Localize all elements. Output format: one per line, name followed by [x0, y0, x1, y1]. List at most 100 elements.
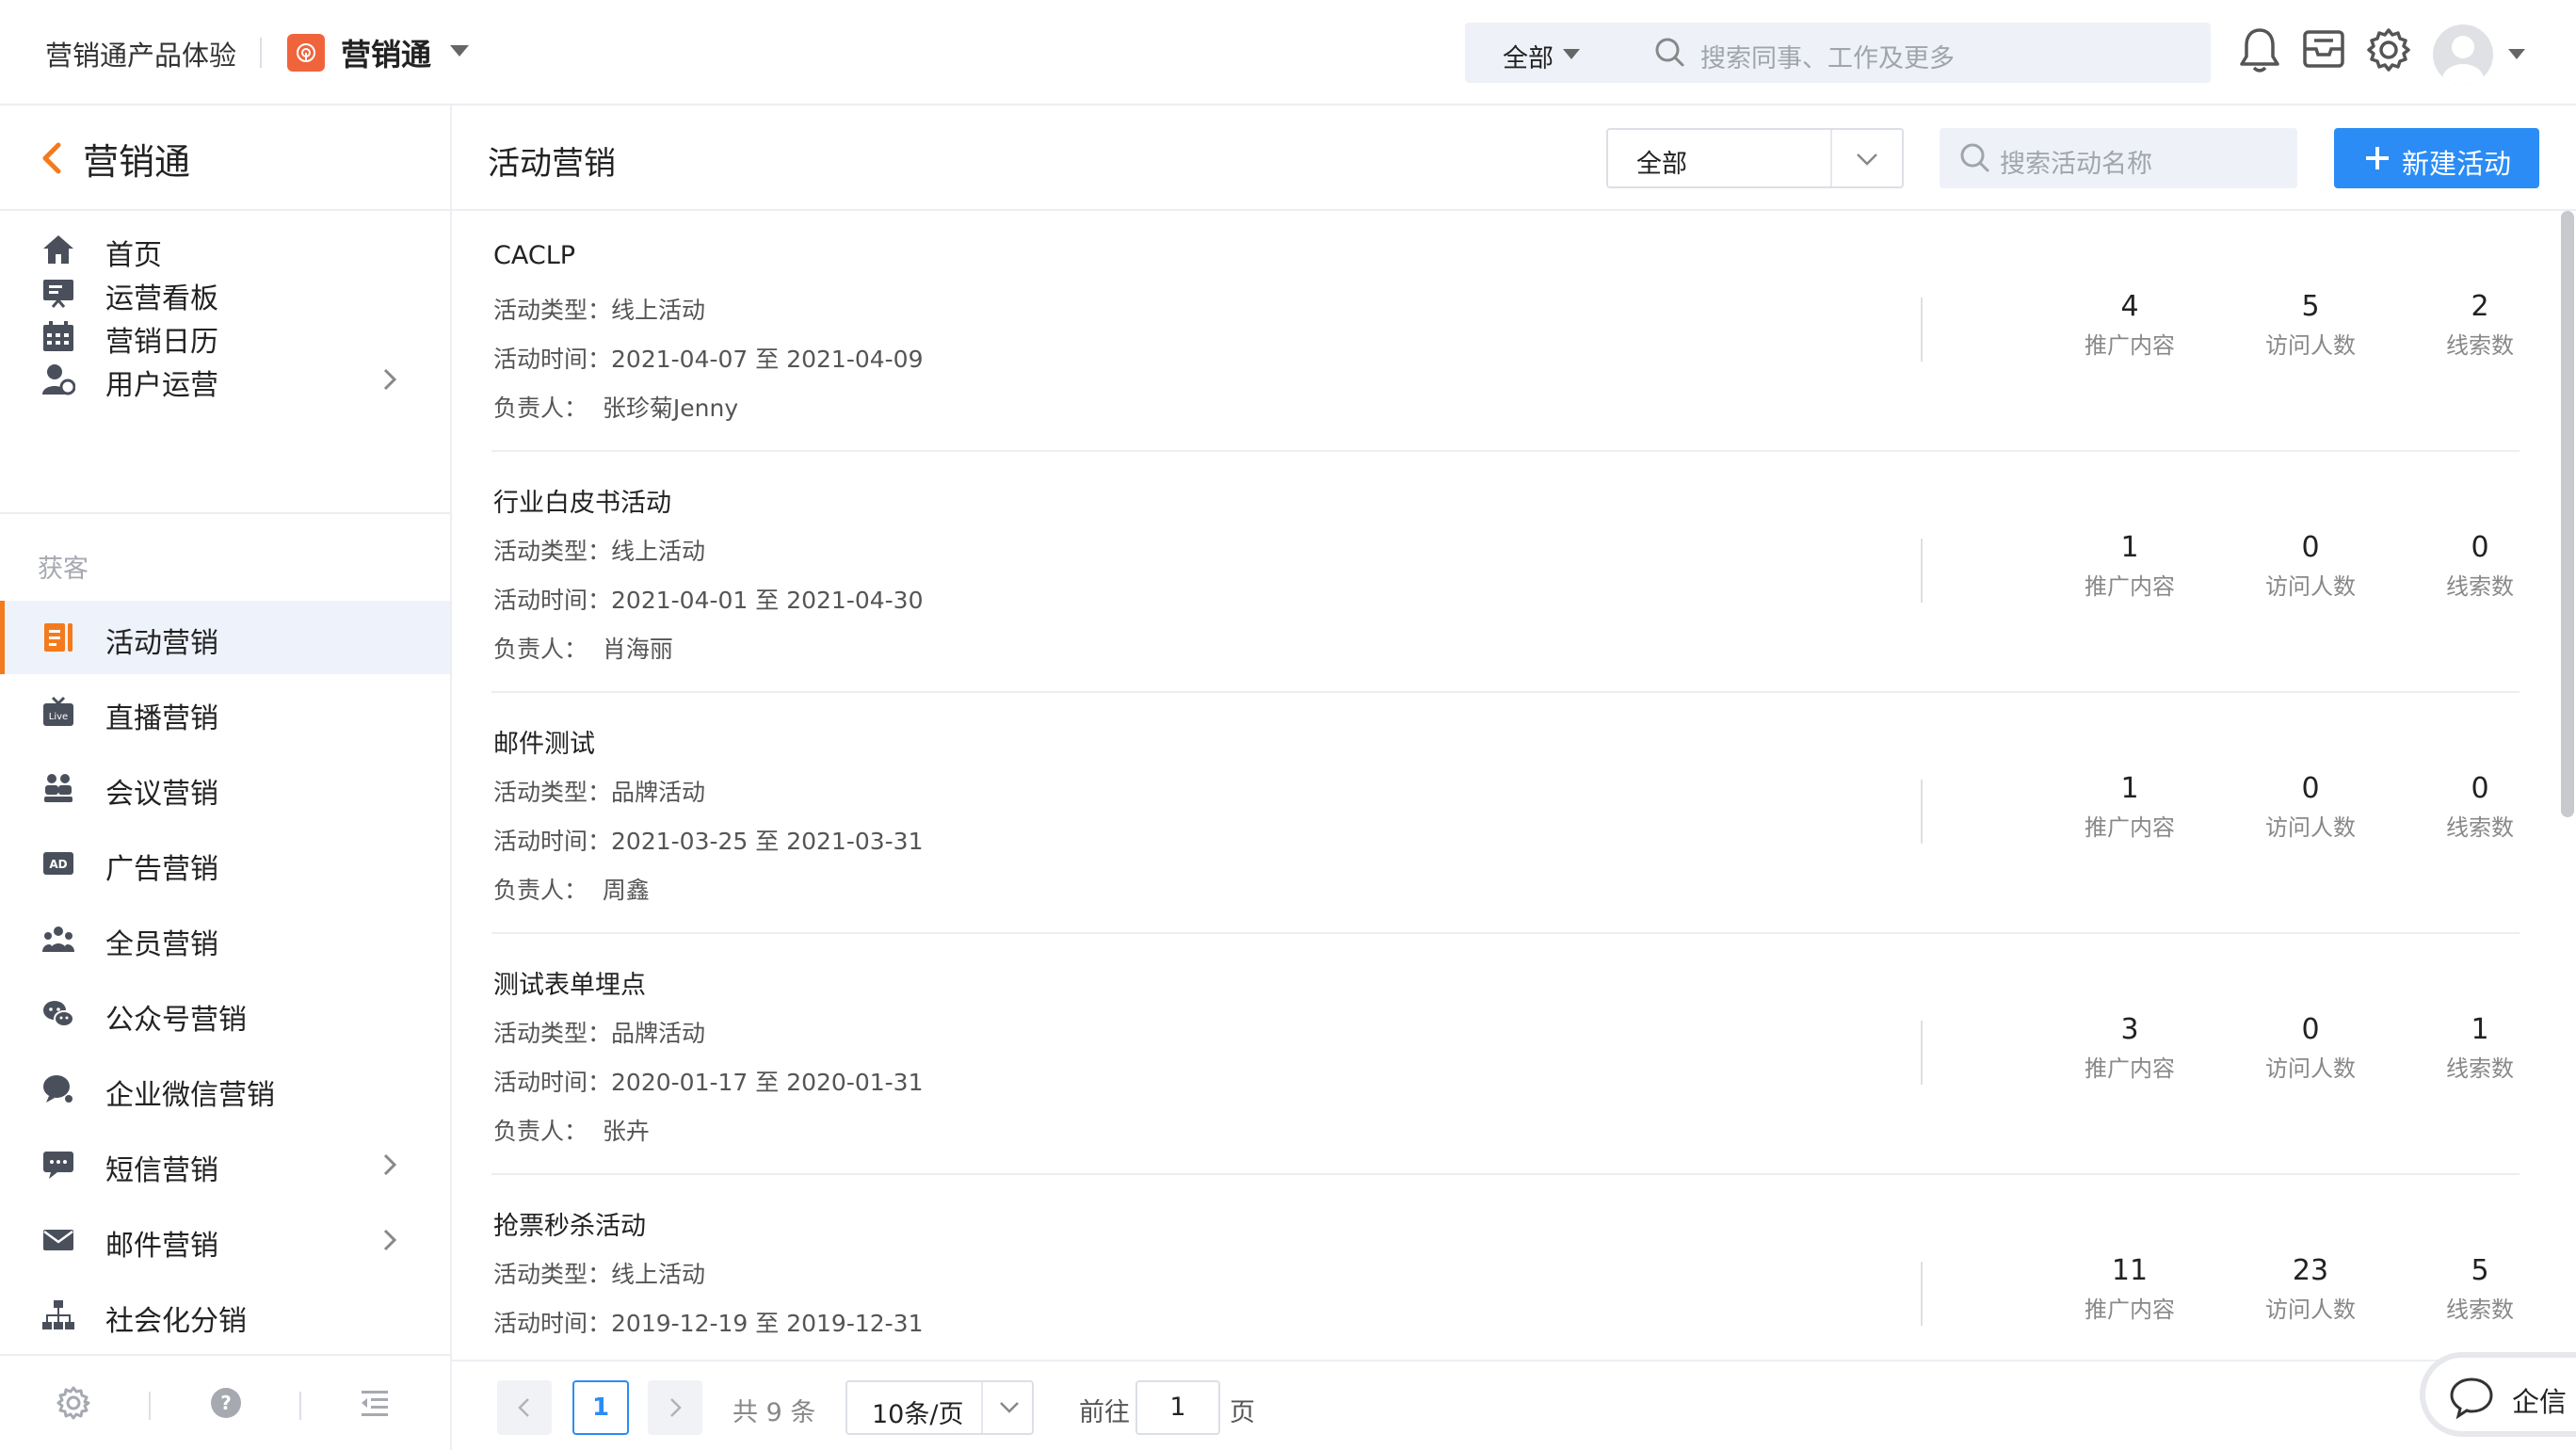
avatar-dropdown-icon[interactable] [2508, 49, 2525, 59]
activity-search-input[interactable]: 搜索活动名称 [2000, 143, 2152, 180]
select-divider [981, 1382, 983, 1433]
activity-type: 活动类型：品牌活动 [493, 1020, 706, 1047]
goto-page-input[interactable]: 1 [1135, 1380, 1220, 1435]
activity-card[interactable]: 邮件测试 活动类型：品牌活动 活动时间：2021-03-25 至 2021-03… [491, 693, 2520, 934]
new-activity-button[interactable]: 新建活动 [2334, 128, 2539, 188]
sidebar-item-distribution[interactable]: 社会化分销 [0, 1279, 450, 1352]
header-divider [260, 38, 262, 68]
sidebar-item-label: 公众号营销 [105, 1004, 247, 1037]
activity-owner: 负责人： 张珍菊Jenny [493, 395, 739, 422]
page-title: 活动营销 [488, 145, 616, 183]
stat-content: 4 推广内容 [2085, 290, 2175, 359]
current-page[interactable]: 1 [572, 1380, 629, 1435]
activity-time: 活动时间：2021-04-07 至 2021-04-09 [493, 346, 924, 373]
activity-type: 活动类型：品牌活动 [493, 779, 706, 806]
qixin-chat-button[interactable]: 企信 [2420, 1352, 2576, 1437]
sidebar-footer-divider [0, 1354, 450, 1356]
pagination: 1 共 9 条 10条/页 前往 1 页 [452, 1360, 2576, 1450]
activity-time: 活动时间：2021-04-01 至 2021-04-30 [493, 587, 924, 614]
sidebar-item-wechat[interactable]: 公众号营销 [0, 977, 450, 1051]
stats-divider [1921, 1021, 1923, 1085]
sidebar-item-label: 邮件营销 [105, 1230, 218, 1263]
brand-logo-icon[interactable] [287, 34, 325, 72]
org-name[interactable]: 营销通产品体验 [45, 34, 236, 73]
sidebar-item-live[interactable]: Live 直播营销 [0, 676, 450, 749]
sidebar-item-team[interactable]: 全员营销 [0, 902, 450, 975]
chevron-right-icon [383, 1153, 397, 1176]
page-size-select[interactable]: 10条/页 [845, 1380, 1034, 1435]
mail-icon [43, 1230, 73, 1250]
activity-card[interactable]: 测试表单埋点 活动类型：品牌活动 活动时间：2020-01-17 至 2020-… [491, 934, 2520, 1175]
activity-list: CACLP 活动类型：线上活动 活动时间：2021-04-07 至 2021-0… [452, 211, 2576, 1360]
stat-leads: 1 线索数 [2446, 1013, 2514, 1082]
activity-type: 活动类型：线上活动 [493, 1261, 706, 1288]
activity-search[interactable]: 搜索活动名称 [1940, 128, 2297, 188]
bell-icon[interactable] [2237, 26, 2282, 75]
search-icon [1960, 143, 1989, 172]
page-unit-label: 页 [1230, 1398, 1255, 1427]
activity-owner: 负责人： 张卉 [493, 1118, 650, 1145]
activity-name[interactable]: 邮件测试 [493, 723, 595, 760]
footer-divider [149, 1392, 151, 1420]
sidebar-item-ad[interactable]: AD 广告营销 [0, 827, 450, 900]
stat-leads: 0 线索数 [2446, 531, 2514, 600]
collapse-menu-icon[interactable] [358, 1386, 392, 1420]
activity-card[interactable]: CACLP 活动类型：线上活动 活动时间：2021-04-07 至 2021-0… [491, 211, 2520, 452]
top-header: 营销通产品体验 营销通 全部 搜索同事、工作及更多 [0, 0, 2576, 105]
filter-value: 全部 [1636, 150, 1687, 179]
stat-leads: 0 线索数 [2446, 772, 2514, 841]
activity-card[interactable]: 行业白皮书活动 活动类型：线上活动 活动时间：2021-04-01 至 2021… [491, 452, 2520, 693]
stat-visitors: 0 访问人数 [2265, 1013, 2356, 1082]
sidebar-item-wecom[interactable]: 企业微信营销 [0, 1053, 450, 1126]
activity-name[interactable]: CACLP [493, 241, 575, 270]
gear-icon[interactable] [2365, 26, 2412, 73]
sidebar-item-meeting[interactable]: 会议营销 [0, 751, 450, 825]
plus-icon [2366, 147, 2389, 169]
activity-filter-select[interactable]: 全部 [1606, 128, 1904, 188]
activity-type: 活动类型：线上活动 [493, 538, 706, 565]
activity-name[interactable]: 测试表单埋点 [493, 964, 646, 1001]
total-count: 共 9 条 [733, 1398, 816, 1427]
prev-page-button[interactable] [497, 1380, 552, 1435]
stat-visitors: 23 访问人数 [2265, 1254, 2356, 1323]
inbox-icon[interactable] [2301, 26, 2346, 72]
global-search-input[interactable]: 搜索同事、工作及更多 [1700, 38, 1955, 74]
global-search[interactable]: 全部 搜索同事、工作及更多 [1465, 23, 2211, 83]
chevron-right-icon [670, 1398, 682, 1417]
search-scope[interactable]: 全部 [1503, 38, 1554, 74]
goto-label: 前往 [1079, 1398, 1130, 1427]
brand-name[interactable]: 营销通 [341, 31, 431, 74]
help-icon[interactable]: ? [209, 1386, 243, 1420]
wechat-icon [43, 1001, 74, 1027]
meeting-icon [44, 774, 72, 802]
sidebar-item-sms[interactable]: 短信营销 [0, 1128, 450, 1201]
activity-time: 活动时间：2020-01-17 至 2020-01-31 [493, 1069, 924, 1096]
wecom-icon [43, 1075, 72, 1103]
activity-owner: 负责人： 周鑫 [493, 877, 650, 904]
scope-dropdown-icon[interactable] [1563, 49, 1580, 59]
list-scrollbar[interactable] [2561, 211, 2574, 817]
activity-card[interactable]: 抢票秒杀活动 活动类型：线上活动 活动时间：2019-12-19 至 2019-… [491, 1175, 2520, 1360]
activity-name[interactable]: 行业白皮书活动 [493, 482, 671, 519]
sidebar-item-label: 活动营销 [105, 627, 218, 660]
next-page-button[interactable] [648, 1380, 702, 1435]
sidebar-item-label: 社会化分销 [105, 1305, 247, 1338]
sidebar-item-mail[interactable]: 邮件营销 [0, 1203, 450, 1277]
svg-text:?: ? [220, 1392, 232, 1414]
stats-divider [1921, 780, 1923, 844]
sidebar-item-activity[interactable]: 活动营销 [0, 601, 450, 674]
chat-bubble-icon [2450, 1378, 2493, 1420]
sidebar-lower: 活动营销 Live 直播营销 会议营销 AD 广告营销 全员营销 公众号营销 企… [0, 105, 452, 1450]
search-icon [1655, 38, 1684, 67]
new-activity-label: 新建活动 [2402, 148, 2512, 180]
activity-icon [44, 623, 72, 652]
sidebar-item-label: 直播营销 [105, 702, 218, 735]
sidebar-item-label: 全员营销 [105, 928, 218, 961]
ad-icon: AD [43, 852, 73, 875]
avatar[interactable] [2433, 24, 2493, 85]
settings-icon[interactable] [56, 1386, 90, 1420]
brand-dropdown-icon[interactable] [450, 45, 469, 56]
activity-name[interactable]: 抢票秒杀活动 [493, 1205, 646, 1242]
chevron-down-icon [1000, 1402, 1019, 1413]
stats-divider [1921, 298, 1923, 362]
